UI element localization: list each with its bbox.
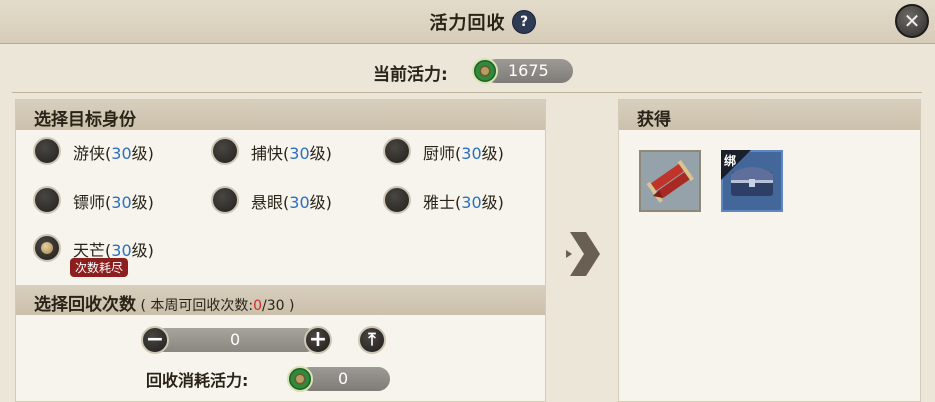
radio-button[interactable] bbox=[383, 137, 411, 165]
identity-panel-header: 选择目标身份 bbox=[16, 100, 545, 130]
identity-option-label: 游侠(30级) bbox=[73, 140, 154, 164]
identity-heading: 选择目标身份 bbox=[34, 110, 136, 130]
radio-button[interactable] bbox=[33, 186, 61, 214]
divider bbox=[12, 92, 922, 93]
help-icon[interactable]: ? bbox=[512, 10, 536, 34]
identity-panel: 选择目标身份 游侠(30级) 捕快(30级) 厨师(30级) 镖师(30级) 悬… bbox=[15, 99, 546, 402]
radio-button[interactable] bbox=[211, 186, 239, 214]
identity-option-label: 悬眼(30级) bbox=[251, 189, 332, 213]
current-vitality-label: 当前活力: bbox=[373, 65, 448, 85]
max-count-button[interactable]: ⤒ bbox=[358, 326, 386, 354]
weekly-limit-prefix: ( 本周可回收次数: bbox=[140, 298, 254, 314]
level-suffix: 级) bbox=[481, 144, 504, 163]
recycle-heading-text: 选择回收次数 bbox=[34, 295, 136, 315]
identity-level: 30 bbox=[111, 193, 132, 212]
identity-option-label: 捕快(30级) bbox=[251, 140, 332, 164]
weekly-used-count: 0 bbox=[253, 298, 263, 314]
recycle-cost-label: 回收消耗活力: bbox=[146, 371, 249, 390]
identity-level: 30 bbox=[289, 144, 310, 163]
identity-name: 悬眼 bbox=[251, 193, 284, 212]
vitality-coin-icon bbox=[287, 366, 313, 392]
identity-name: 厨师 bbox=[423, 144, 456, 163]
identity-name: 捕快 bbox=[251, 144, 284, 163]
identity-level: 30 bbox=[111, 144, 132, 163]
recycle-cost-value: 0 bbox=[338, 369, 349, 388]
weekly-total-count: /30 ) bbox=[262, 298, 295, 314]
rewards-panel-header: 获得 bbox=[619, 100, 920, 130]
bound-tag-label: 绑 bbox=[724, 154, 737, 168]
radio-button[interactable] bbox=[211, 137, 239, 165]
chevron-right-icon bbox=[566, 232, 600, 276]
radio-button[interactable] bbox=[33, 137, 61, 165]
recycle-count-header: 选择回收次数 ( 本周可回收次数:0/30 ) bbox=[16, 285, 545, 315]
exhausted-badge: 次数耗尽 bbox=[70, 258, 129, 277]
radio-button-selected[interactable] bbox=[33, 234, 61, 262]
identity-name: 游侠 bbox=[73, 144, 106, 163]
decrement-button[interactable]: − bbox=[141, 326, 169, 354]
level-suffix: 级) bbox=[309, 193, 332, 212]
identity-level: 30 bbox=[461, 144, 482, 163]
identity-option-label: 厨师(30级) bbox=[423, 140, 504, 164]
identity-option-label: 雅士(30级) bbox=[423, 189, 504, 213]
recycle-count-heading: 选择回收次数 ( 本周可回收次数:0/30 ) bbox=[34, 290, 294, 315]
count-value: 0 bbox=[230, 330, 241, 349]
identity-option-label: 镖师(30级) bbox=[73, 189, 154, 213]
identity-name: 镖师 bbox=[73, 193, 106, 212]
rewards-heading: 获得 bbox=[637, 110, 671, 130]
level-suffix: 级) bbox=[131, 193, 154, 212]
current-vitality-value: 1675 bbox=[508, 61, 549, 80]
reward-item-scroll[interactable] bbox=[639, 150, 701, 212]
window-title: 活力回收 bbox=[429, 13, 506, 34]
increment-button[interactable]: + bbox=[304, 326, 332, 354]
title-bar: 活力回收 ? ✕ bbox=[0, 0, 935, 44]
identity-name: 雅士 bbox=[423, 193, 456, 212]
level-suffix: 级) bbox=[309, 144, 332, 163]
count-display: 0 bbox=[152, 328, 318, 352]
level-suffix: 级) bbox=[131, 144, 154, 163]
reward-item-chest[interactable]: 绑 bbox=[721, 150, 783, 212]
level-suffix: 级) bbox=[481, 193, 504, 212]
close-icon[interactable]: ✕ bbox=[895, 4, 929, 38]
rewards-panel: 获得 bbox=[618, 99, 921, 402]
vitality-coin-icon bbox=[472, 58, 498, 84]
identity-level: 30 bbox=[289, 193, 310, 212]
identity-level: 30 bbox=[461, 193, 482, 212]
scroll-bundle-icon bbox=[641, 152, 699, 210]
radio-button[interactable] bbox=[383, 186, 411, 214]
level-suffix: 级) bbox=[131, 241, 154, 260]
